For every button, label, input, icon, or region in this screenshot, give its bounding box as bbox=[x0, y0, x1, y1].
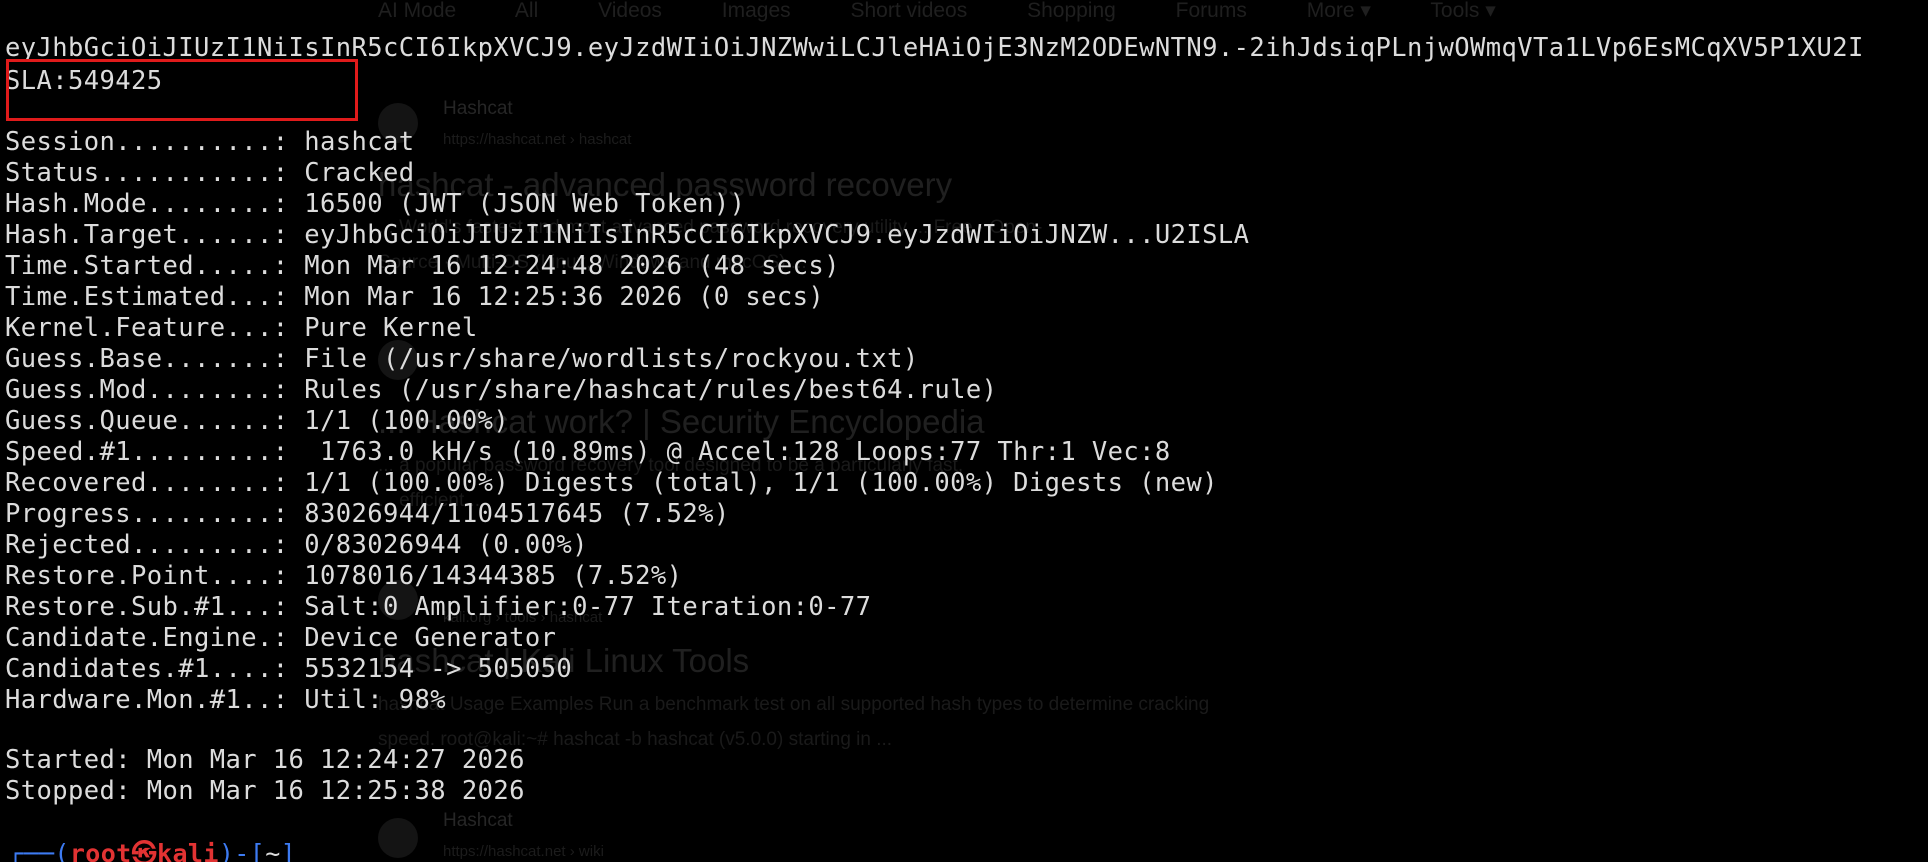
status-line-time-estimated: Time.Estimated...: Mon Mar 16 12:25:36 2… bbox=[5, 282, 825, 312]
status-line-hash-mode: Hash.Mode........: 16500 (JWT (JSON Web … bbox=[5, 189, 746, 219]
prompt-directory: ~ bbox=[265, 839, 281, 862]
status-line-candidates: Candidates.#1....: 5532154 -> 505050 bbox=[5, 654, 573, 684]
red-highlight-box bbox=[6, 59, 358, 121]
status-line-status: Status...........: Cracked bbox=[5, 158, 415, 188]
prompt-separator: )-[ bbox=[218, 839, 266, 862]
status-line-candidate-engine: Candidate.Engine.: Device Generator bbox=[5, 623, 557, 653]
shell-prompt[interactable]: ┌──(root㉿kali)-[~] bbox=[8, 838, 296, 862]
terminal-window[interactable]: AI Mode All Videos Images Short videos S… bbox=[0, 0, 1928, 862]
status-line-restore-sub: Restore.Sub.#1...: Salt:0 Amplifier:0-77… bbox=[5, 592, 872, 622]
status-line-rejected: Rejected.........: 0/83026944 (0.00%) bbox=[5, 530, 588, 560]
started-line: Started: Mon Mar 16 12:24:27 2026 bbox=[5, 745, 525, 775]
prompt-user-host: root㉿kali bbox=[69, 839, 219, 862]
status-line-guess-queue: Guess.Queue......: 1/1 (100.00%) bbox=[5, 406, 510, 436]
status-line-restore-point: Restore.Point....: 1078016/14344385 (7.5… bbox=[5, 561, 683, 591]
prompt-corner: ┌──( bbox=[8, 839, 70, 862]
bottom-border bbox=[0, 862, 1928, 868]
stopped-line: Stopped: Mon Mar 16 12:25:38 2026 bbox=[5, 776, 525, 806]
prompt-end: ] bbox=[280, 839, 297, 862]
status-line-recovered: Recovered........: 1/1 (100.00%) Digests… bbox=[5, 468, 1218, 498]
status-line-hash-target: Hash.Target......: eyJhbGciOiJIUzI1NiIsI… bbox=[5, 220, 1250, 250]
terminal-output: eyJhbGciOiJIUzI1NiIsInR5cCI6IkpXVCJ9.eyJ… bbox=[0, 0, 1928, 862]
status-line-guess-base: Guess.Base.......: File (/usr/share/word… bbox=[5, 344, 919, 374]
status-line-kernel-feature: Kernel.Feature...: Pure Kernel bbox=[5, 313, 478, 343]
status-line-time-started: Time.Started.....: Mon Mar 16 12:24:48 2… bbox=[5, 251, 840, 281]
status-line-session: Session..........: hashcat bbox=[5, 127, 415, 157]
status-line-hardware-mon: Hardware.Mon.#1..: Util: 98% bbox=[5, 685, 447, 715]
status-line-progress: Progress.........: 83026944/1104517645 (… bbox=[5, 499, 730, 529]
status-line-guess-mod: Guess.Mod........: Rules (/usr/share/has… bbox=[5, 375, 998, 405]
status-line-speed: Speed.#1.........: 1763.0 kH/s (10.89ms)… bbox=[5, 437, 1171, 467]
